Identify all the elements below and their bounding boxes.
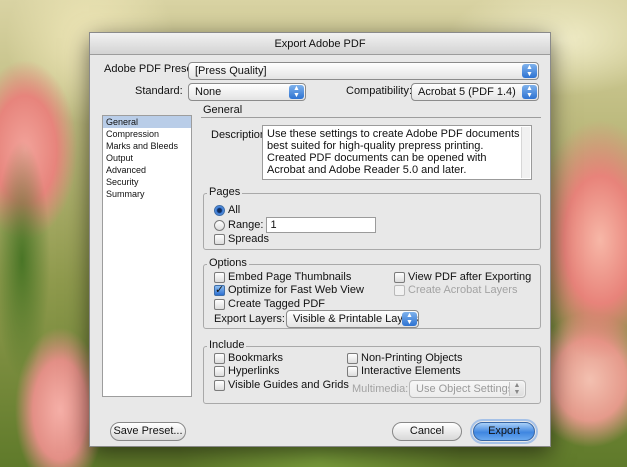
interactive-label: Interactive Elements <box>361 365 461 377</box>
tagged-pdf-checkbox[interactable]: Create Tagged PDF <box>214 298 325 310</box>
preset-value: [Press Quality] <box>195 65 267 77</box>
standard-row: Standard: <box>135 85 183 97</box>
cancel-button[interactable]: Cancel <box>392 422 462 441</box>
multimedia-label: Multimedia: <box>352 383 409 395</box>
checkbox-icon <box>214 352 225 364</box>
standard-popup[interactable]: None ▲ ▼ <box>188 83 306 101</box>
checkbox-icon <box>394 284 405 296</box>
checkbox-icon <box>394 271 405 283</box>
compatibility-value: Acrobat 5 (PDF 1.4) <box>418 86 516 98</box>
standard-label: Standard: <box>135 85 183 97</box>
pages-range-option[interactable]: Range: 1 <box>214 217 377 233</box>
export-button[interactable]: Export <box>470 419 538 444</box>
popup-arrows-icon: ▲ ▼ <box>509 382 524 396</box>
options-group-title: Options <box>207 257 249 269</box>
standard-value: None <box>195 86 222 98</box>
optimize-web-label: Optimize for Fast Web View <box>228 284 364 296</box>
popup-arrows-icon: ▲ ▼ <box>522 85 537 99</box>
pages-range-field[interactable]: 1 <box>266 217 377 233</box>
description-text: Use these settings to create Adobe PDF d… <box>267 128 520 176</box>
description-textarea[interactable]: Use these settings to create Adobe PDF d… <box>262 125 532 180</box>
acrobat-layers-checkbox: Create Acrobat Layers <box>394 284 517 296</box>
checkbox-icon <box>214 233 225 245</box>
pages-range-label: Range: <box>228 219 264 231</box>
preset-label: Adobe PDF Preset: <box>104 63 199 75</box>
export-layers-popup[interactable]: Visible & Printable Layers ▲ ▼ <box>286 310 419 328</box>
export-layers-label: Export Layers: <box>214 313 285 325</box>
export-layers-value: Visible & Printable Layers <box>293 313 419 325</box>
guides-grids-label: Visible Guides and Grids <box>228 379 349 391</box>
view-after-export-checkbox[interactable]: View PDF after Exporting <box>394 271 531 283</box>
multimedia-value: Use Object Settings <box>416 383 514 395</box>
pages-all-label: All <box>228 204 241 216</box>
spreads-checkbox[interactable]: Spreads <box>214 233 269 245</box>
sidebar-item-output[interactable]: Output <box>103 152 191 164</box>
checkbox-icon <box>214 365 225 377</box>
description-scrollbar[interactable] <box>521 127 530 178</box>
non-printing-label: Non-Printing Objects <box>361 352 463 364</box>
include-group-title: Include <box>207 339 247 351</box>
popup-arrows-icon: ▲ ▼ <box>402 312 417 326</box>
sidebar-item-general[interactable]: General <box>103 116 191 128</box>
optimize-web-checkbox[interactable]: Optimize for Fast Web View <box>214 283 364 296</box>
bookmarks-label: Bookmarks <box>228 352 284 364</box>
bookmarks-checkbox[interactable]: Bookmarks <box>214 352 283 364</box>
sidebar-item-advanced[interactable]: Advanced <box>103 164 191 176</box>
non-printing-checkbox[interactable]: Non-Printing Objects <box>347 352 463 364</box>
preset-row: Adobe PDF Preset: <box>104 63 199 75</box>
radio-icon <box>214 219 225 231</box>
compat-row: Compatibility: <box>346 85 412 97</box>
compatibility-popup[interactable]: Acrobat 5 (PDF 1.4) ▲ ▼ <box>411 83 539 101</box>
checkbox-icon <box>214 379 225 391</box>
radio-selected-icon <box>214 204 225 216</box>
preset-popup[interactable]: [Press Quality] ▲ ▼ <box>188 62 539 80</box>
embed-thumbnails-checkbox[interactable]: Embed Page Thumbnails <box>214 271 351 283</box>
checkbox-checked-icon <box>214 283 225 296</box>
sidebar-item-security[interactable]: Security <box>103 176 191 188</box>
export-layers-row: Export Layers: <box>214 313 285 325</box>
pages-all-option[interactable]: All <box>214 204 240 216</box>
pages-group-title: Pages <box>207 186 243 198</box>
sidebar-item-marks-and-bleeds[interactable]: Marks and Bleeds <box>103 140 191 152</box>
checkbox-icon <box>347 352 358 364</box>
save-preset-button[interactable]: Save Preset... <box>110 422 186 441</box>
popup-arrows-icon: ▲ ▼ <box>522 64 537 78</box>
hyperlinks-label: Hyperlinks <box>228 365 280 377</box>
interactive-checkbox[interactable]: Interactive Elements <box>347 365 461 377</box>
sidebar-item-summary[interactable]: Summary <box>103 188 191 200</box>
checkbox-icon <box>347 365 358 377</box>
spreads-label: Spreads <box>228 233 269 245</box>
section-divider <box>201 117 541 118</box>
section-title: General <box>203 104 243 116</box>
checkbox-icon <box>214 298 225 310</box>
dialog-title: Export Adobe PDF <box>90 33 550 55</box>
popup-arrows-icon: ▲ ▼ <box>289 85 304 99</box>
compatibility-label: Compatibility: <box>346 85 413 97</box>
category-list: General Compression Marks and Bleeds Out… <box>102 115 192 397</box>
description-label: Description: <box>211 129 270 141</box>
embed-thumbnails-label: Embed Page Thumbnails <box>228 271 352 283</box>
tagged-pdf-label: Create Tagged PDF <box>228 298 326 310</box>
hyperlinks-checkbox[interactable]: Hyperlinks <box>214 365 279 377</box>
multimedia-row: Multimedia: <box>352 383 408 395</box>
export-pdf-dialog: Export Adobe PDF Adobe PDF Preset: [Pres… <box>89 32 551 447</box>
view-after-export-label: View PDF after Exporting <box>408 271 532 283</box>
guides-grids-checkbox[interactable]: Visible Guides and Grids <box>214 379 349 391</box>
checkbox-icon <box>214 271 225 283</box>
acrobat-layers-label: Create Acrobat Layers <box>408 284 518 296</box>
sidebar-item-compression[interactable]: Compression <box>103 128 191 140</box>
multimedia-popup: Use Object Settings ▲ ▼ <box>409 380 526 398</box>
